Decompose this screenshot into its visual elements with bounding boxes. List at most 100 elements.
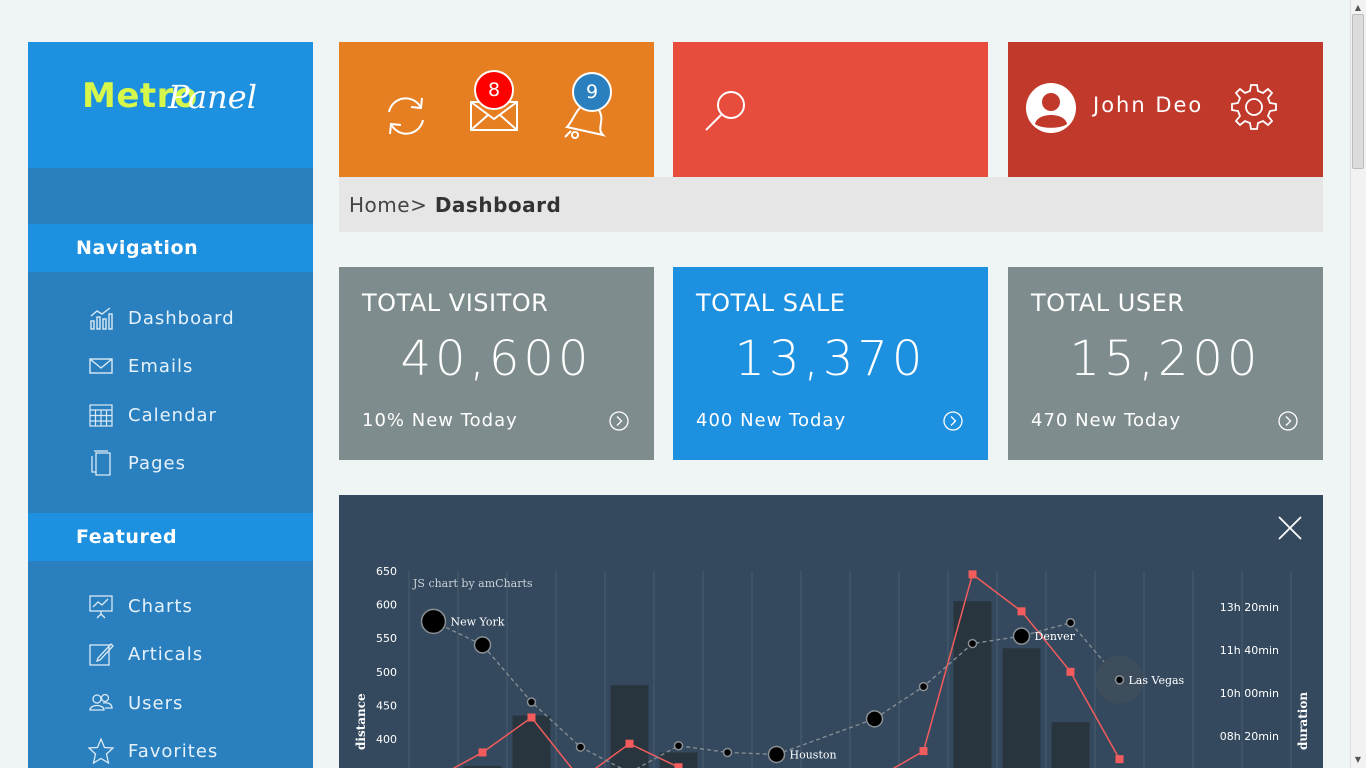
duration-point	[722, 747, 733, 758]
distance-bar	[1002, 648, 1041, 768]
y2-axis-title: duration	[1296, 692, 1310, 750]
sidebar-item-emails[interactable]: Emails	[88, 348, 193, 384]
combined-chart: 65060055050045040035013h 20min11h 40min1…	[354, 565, 1310, 768]
chevron-right-circle-icon[interactable]	[609, 411, 629, 431]
stat-footer: 470 New Today	[1031, 410, 1182, 431]
chart-panel: 65060055050045040035013h 20min11h 40min1…	[339, 495, 1323, 768]
sidebar-heading-navigation: Navigation	[28, 224, 313, 272]
latitude-point	[1066, 667, 1075, 676]
stat-value: 13,370	[734, 331, 927, 387]
duration-point	[767, 745, 786, 764]
pencil-icon	[89, 643, 114, 666]
city-label: Denver	[1035, 630, 1076, 643]
sidebar-item-favorites[interactable]: Favorites	[88, 733, 218, 768]
duration-point	[673, 740, 684, 751]
pages-icon	[91, 450, 111, 476]
stat-card-visitor: TOTAL VISITOR 40,600 10% New Today	[339, 267, 654, 460]
stat-title: TOTAL USER	[1031, 289, 1185, 317]
stat-value: 15,200	[1069, 331, 1262, 387]
sidebar-item-label: Charts	[128, 595, 193, 617]
city-label: Las Vegas	[1129, 674, 1185, 687]
presentation-icon	[89, 595, 113, 619]
latitude-point	[968, 570, 977, 579]
duration-point	[967, 638, 978, 649]
scroll-up-arrow[interactable]: ▲	[1352, 2, 1364, 14]
mail-count-badge[interactable]: 8	[474, 70, 514, 110]
sidebar-item-calendar[interactable]: Calendar	[88, 397, 217, 433]
y2-tick-label: 13h 20min	[1220, 601, 1279, 614]
stat-value: 40,600	[400, 331, 593, 387]
quick-actions-tile: 8 9	[339, 42, 654, 177]
users-icon	[89, 693, 113, 711]
gear-icon[interactable]	[1229, 82, 1279, 132]
distance-bar	[1051, 722, 1090, 768]
scrollbar-thumb[interactable]	[1352, 14, 1364, 169]
duration-point	[918, 681, 929, 692]
duration-point	[575, 742, 586, 752]
search-icon[interactable]	[703, 88, 749, 132]
breadcrumb-separator: >	[410, 192, 427, 217]
y2-tick-label: 11h 40min	[1220, 644, 1279, 657]
distance-bar	[953, 601, 992, 768]
notification-count-badge[interactable]: 9	[572, 72, 612, 112]
duration-point	[1114, 675, 1125, 685]
latitude-point	[919, 747, 928, 756]
y-tick-label: 500	[376, 666, 397, 679]
user-name[interactable]: John Deo	[1093, 93, 1203, 117]
duration-point	[1065, 617, 1076, 628]
close-icon[interactable]	[1277, 515, 1303, 541]
breadcrumb-current: Dashboard	[434, 192, 562, 217]
sidebar-item-pages[interactable]: Pages	[88, 445, 186, 481]
chevron-right-circle-icon[interactable]	[943, 411, 963, 431]
sidebar-item-dashboard[interactable]: Dashboard	[88, 300, 235, 336]
refresh-icon[interactable]	[381, 92, 431, 140]
distance-bar	[512, 715, 551, 768]
sidebar-item-articals[interactable]: Articals	[88, 636, 203, 672]
latitude-point	[1017, 607, 1026, 616]
search-tile[interactable]	[673, 42, 988, 177]
sidebar-item-label: Emails	[128, 355, 194, 377]
user-avatar-icon[interactable]	[1025, 82, 1077, 134]
city-label: New York	[451, 615, 505, 628]
breadcrumb-home[interactable]: Home	[349, 193, 410, 217]
y2-tick-label: 10h 00min	[1220, 687, 1279, 700]
sidebar-item-charts[interactable]: Charts	[88, 588, 193, 624]
chart-icon	[90, 307, 113, 330]
breadcrumb: Home > Dashboard	[339, 177, 1323, 232]
y-tick-label: 450	[376, 699, 397, 712]
duration-point	[1012, 627, 1031, 645]
sidebar-item-label: Dashboard	[128, 307, 235, 329]
duration-point	[865, 710, 884, 728]
envelope-icon	[89, 358, 113, 374]
star-icon	[88, 738, 114, 764]
logo-text-panel: Panel	[168, 78, 257, 116]
y-tick-label: 650	[376, 565, 397, 578]
latitude-point	[1115, 755, 1124, 764]
stat-card-sale: TOTAL SALE 13,370 400 New Today	[673, 267, 988, 460]
stat-title: TOTAL VISITOR	[362, 289, 549, 317]
stat-footer: 10% New Today	[362, 410, 518, 431]
y2-tick-label: 08h 20min	[1220, 730, 1279, 743]
sidebar-strip	[28, 168, 313, 224]
stat-title: TOTAL SALE	[696, 289, 846, 317]
sidebar-item-label: Calendar	[128, 404, 217, 426]
y-tick-label: 550	[376, 632, 397, 645]
stat-card-user: TOTAL USER 15,200 470 New Today	[1008, 267, 1323, 460]
sidebar-featured-list: Charts Articals Users Favorites	[28, 561, 313, 768]
chart-credit: JS chart by amCharts	[412, 577, 533, 590]
distance-bar	[610, 685, 649, 768]
y-axis-title: distance	[354, 693, 368, 750]
latitude-point	[527, 713, 536, 722]
sidebar-heading-featured: Featured	[28, 513, 313, 561]
duration-point	[420, 608, 447, 635]
latitude-point	[674, 763, 683, 768]
sidebar-item-users[interactable]: Users	[88, 685, 183, 721]
calendar-icon	[89, 404, 113, 427]
y-tick-label: 600	[376, 599, 397, 612]
duration-point	[473, 636, 492, 654]
y-tick-label: 400	[376, 733, 397, 746]
sidebar-nav-list: Dashboard Emails Calendar Pages	[28, 272, 313, 513]
sidebar-item-label: Pages	[128, 452, 186, 474]
scroll-down-arrow[interactable]: ▼	[1352, 754, 1364, 766]
chevron-right-circle-icon[interactable]	[1278, 411, 1298, 431]
